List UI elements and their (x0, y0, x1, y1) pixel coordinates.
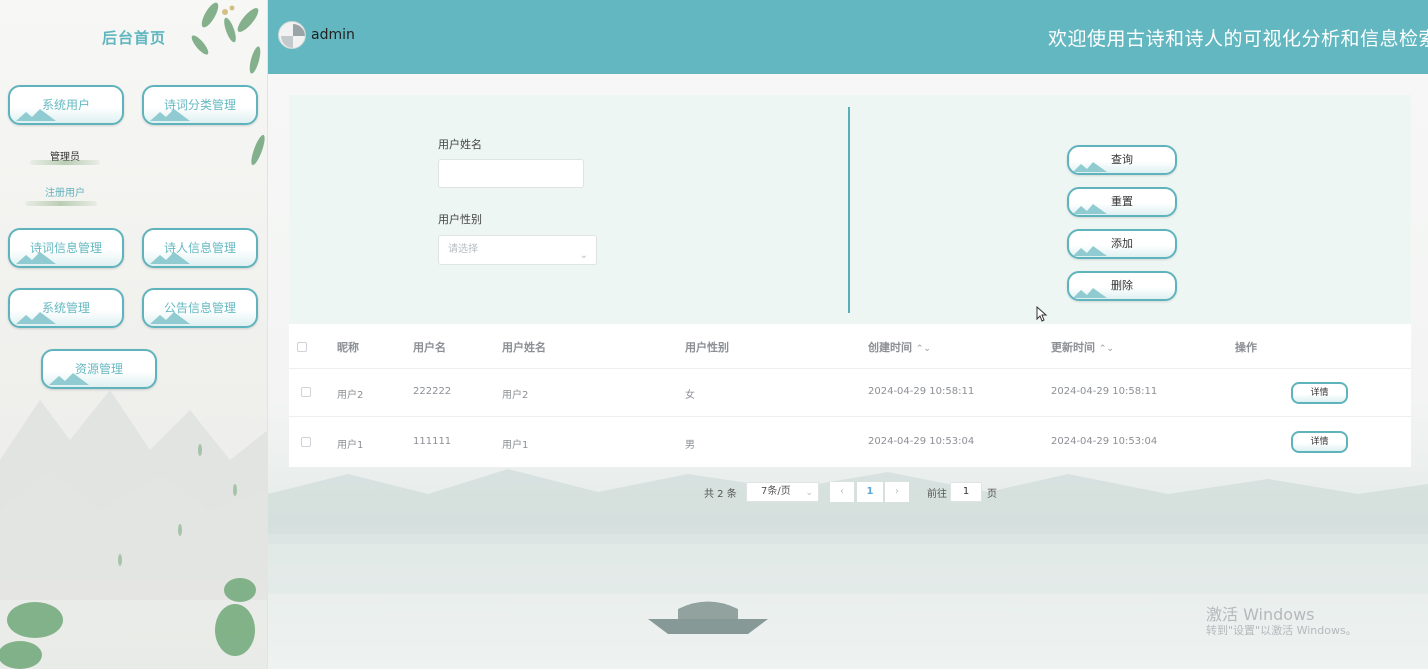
cell-gender: 女 (685, 390, 695, 401)
col-actions: 操作 (1235, 341, 1257, 354)
goto-label: 前往 (927, 489, 947, 500)
menu-poem-category[interactable]: 诗词分类管理 (142, 85, 258, 125)
page-suffix: 页 (987, 489, 997, 500)
menu-system-management[interactable]: 系统管理 (8, 288, 124, 328)
col-real-name: 用户姓名 (502, 341, 546, 354)
gender-select[interactable]: 请选择 ⌄ (438, 235, 597, 265)
cell-username: 222222 (413, 386, 452, 397)
submenu-bar (25, 201, 97, 206)
mountain-icon (1073, 288, 1107, 298)
reset-button[interactable]: 重置 (1067, 187, 1177, 217)
query-button-label: 查询 (1111, 153, 1133, 166)
mountain-icon (1073, 162, 1107, 172)
select-all-checkbox[interactable] (297, 342, 307, 352)
mountain-icon (16, 312, 56, 324)
cell-updated: 2024-04-29 10:53:04 (1051, 436, 1158, 447)
page-number-current[interactable]: 1 (857, 482, 883, 502)
add-button[interactable]: 添加 (1067, 229, 1177, 259)
mountain-icon (150, 252, 190, 264)
menu-system-users[interactable]: 系统用户 (8, 85, 124, 125)
col-updated-time[interactable]: 更新时间 ⌃⌄ (1051, 339, 1114, 355)
col-username: 用户名 (413, 341, 446, 354)
users-table: 昵称 用户名 用户姓名 用户性别 创建时间 ⌃⌄ 更新时间 ⌃⌄ 操作 用户2 … (289, 324, 1411, 467)
ink-mountains-decoration (0, 390, 267, 669)
sidebar: 后台首页 系统用户 诗词分类管理 管理员 注册用户 诗词信息管理 诗人信息管理 … (0, 0, 268, 669)
delete-button-label: 删除 (1111, 279, 1133, 292)
mountain-icon (150, 109, 190, 121)
prev-page-button[interactable]: ‹ (830, 482, 854, 502)
menu-poem-info[interactable]: 诗词信息管理 (8, 228, 124, 268)
pagination-total: 共 2 条 (704, 489, 737, 500)
submenu-registered-users[interactable]: 注册用户 (45, 184, 85, 199)
detail-button[interactable]: 详情 (1291, 431, 1348, 453)
cell-nickname: 用户2 (337, 390, 364, 401)
sidebar-title-home[interactable]: 后台首页 (0, 27, 267, 48)
query-button[interactable]: 查询 (1067, 145, 1177, 175)
col-created-time[interactable]: 创建时间 ⌃⌄ (868, 339, 931, 355)
next-page-button[interactable]: › (885, 482, 909, 502)
top-header: admin 欢迎使用古诗和诗人的可视化分析和信息检索 (268, 0, 1428, 74)
windows-activation-subtitle: 转到"设置"以激活 Windows。 (1206, 624, 1357, 637)
delete-button[interactable]: 删除 (1067, 271, 1177, 301)
col-updated-label: 更新时间 (1051, 341, 1095, 354)
username-search-input[interactable] (438, 159, 584, 188)
username[interactable]: admin (311, 27, 355, 43)
mouse-cursor-icon (1036, 306, 1048, 322)
goto-page-input[interactable]: 1 (950, 482, 982, 502)
header-divider (289, 368, 1411, 369)
sort-icon[interactable]: ⌃⌄ (1099, 344, 1114, 354)
mountain-icon (150, 312, 190, 324)
mountain-icon (1073, 204, 1107, 214)
col-created-label: 创建时间 (868, 341, 912, 354)
gender-field-label: 用户性别 (438, 213, 482, 226)
cell-real-name: 用户2 (502, 390, 529, 401)
gender-select-placeholder: 请选择 (448, 244, 478, 255)
page-size-select[interactable]: 7条/页 ⌄ (746, 482, 819, 502)
menu-announcement[interactable]: 公告信息管理 (142, 288, 258, 328)
detail-button[interactable]: 详情 (1291, 382, 1348, 404)
sort-icon[interactable]: ⌃⌄ (916, 344, 931, 354)
page-size-value: 7条/页 (761, 486, 791, 497)
col-gender: 用户性别 (685, 341, 729, 354)
cell-real-name: 用户1 (502, 440, 529, 451)
welcome-text: 欢迎使用古诗和诗人的可视化分析和信息检索 (1047, 28, 1428, 50)
mountain-icon (1073, 246, 1107, 256)
cell-created: 2024-04-29 10:53:04 (868, 436, 975, 447)
cell-created: 2024-04-29 10:58:11 (868, 386, 975, 397)
menu-poet-info[interactable]: 诗人信息管理 (142, 228, 258, 268)
username-field-label: 用户姓名 (438, 138, 482, 151)
mountain-icon (16, 252, 56, 264)
row-checkbox[interactable] (301, 437, 311, 447)
avatar-icon[interactable] (278, 21, 306, 49)
panel-divider (848, 107, 850, 313)
chevron-down-icon: ⌄ (579, 250, 588, 261)
cell-nickname: 用户1 (337, 440, 364, 451)
mountain-icon (16, 109, 56, 121)
cell-updated: 2024-04-29 10:58:11 (1051, 386, 1158, 397)
col-nickname: 昵称 (337, 341, 359, 354)
row-divider (289, 416, 1411, 417)
row-checkbox[interactable] (301, 387, 311, 397)
cell-gender: 男 (685, 440, 695, 451)
add-button-label: 添加 (1111, 237, 1133, 250)
chevron-down-icon: ⌄ (805, 488, 813, 498)
search-panel (289, 95, 1411, 325)
cell-username: 111111 (413, 436, 452, 447)
reset-button-label: 重置 (1111, 195, 1133, 208)
submenu-admin[interactable]: 管理员 (50, 148, 80, 163)
